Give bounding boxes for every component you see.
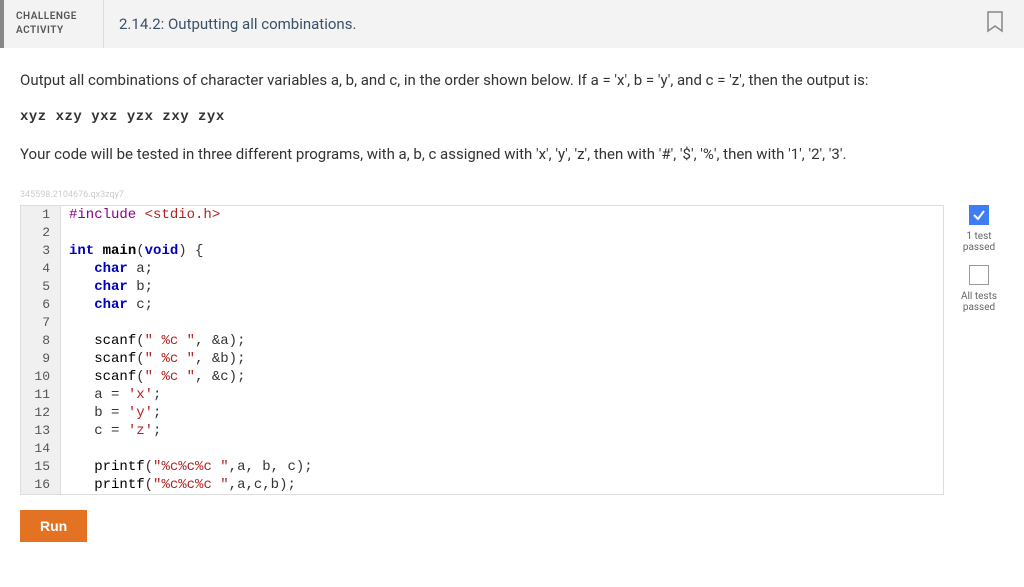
- line-number: 16: [21, 476, 61, 494]
- line-number: 11: [21, 386, 61, 404]
- line-number: 2: [21, 224, 61, 242]
- line-number: 1: [21, 206, 61, 224]
- example-output: xyz xzy yxz yzx zxy zyx: [20, 106, 1004, 128]
- code-line: 13 c = 'z';: [21, 422, 943, 440]
- description-paragraph-2: Your code will be tested in three differ…: [20, 142, 1004, 166]
- line-number: 4: [21, 260, 61, 278]
- line-number: 14: [21, 440, 61, 458]
- test-status-column: 1 testpassed All testspassed: [954, 205, 1004, 313]
- all-tests-passed-box-icon: [969, 265, 989, 285]
- line-number: 7: [21, 314, 61, 332]
- problem-description: Output all combinations of character var…: [0, 48, 1024, 190]
- bookmark-icon: [986, 11, 1004, 37]
- code-editor[interactable]: 1 #include <stdio.h> 2 3 int main(void) …: [20, 205, 944, 495]
- one-test-passed-check-icon: [969, 205, 989, 225]
- code-line: 2: [21, 224, 943, 242]
- code-line: 3 int main(void) {: [21, 242, 943, 260]
- code-line: 10 scanf(" %c ", &c);: [21, 368, 943, 386]
- line-number: 10: [21, 368, 61, 386]
- run-button[interactable]: Run: [20, 510, 87, 542]
- all-tests-passed-label: All testspassed: [961, 291, 997, 313]
- line-number: 12: [21, 404, 61, 422]
- bookmark-button[interactable]: [986, 0, 1024, 48]
- line-number: 5: [21, 278, 61, 296]
- line-number: 13: [21, 422, 61, 440]
- code-line: 14: [21, 440, 943, 458]
- code-line: 11 a = 'x';: [21, 386, 943, 404]
- line-number: 8: [21, 332, 61, 350]
- code-line: 1 #include <stdio.h>: [21, 206, 943, 224]
- code-line: 5 char b;: [21, 278, 943, 296]
- challenge-activity-label: CHALLENGE ACTIVITY: [4, 0, 104, 48]
- code-line: 7: [21, 314, 943, 332]
- one-test-passed-label: 1 testpassed: [963, 231, 995, 253]
- workspace: 1 #include <stdio.h> 2 3 int main(void) …: [0, 205, 1024, 495]
- code-line: 4 char a;: [21, 260, 943, 278]
- code-line: 12 b = 'y';: [21, 404, 943, 422]
- challenge-label-line2: ACTIVITY: [16, 24, 91, 38]
- line-number: 15: [21, 458, 61, 476]
- code-line: 16 printf("%c%c%c ",a,c,b);: [21, 476, 943, 494]
- code-line: 8 scanf(" %c ", &a);: [21, 332, 943, 350]
- challenge-title: 2.14.2: Outputting all combinations.: [104, 0, 986, 48]
- challenge-header: CHALLENGE ACTIVITY 2.14.2: Outputting al…: [0, 0, 1024, 48]
- description-paragraph-1: Output all combinations of character var…: [20, 68, 1004, 92]
- watermark-id: 345598.2104676.qx3zqy7: [0, 190, 1024, 205]
- line-number: 6: [21, 296, 61, 314]
- line-number: 3: [21, 242, 61, 260]
- code-line: 9 scanf(" %c ", &b);: [21, 350, 943, 368]
- challenge-label-line1: CHALLENGE: [16, 10, 91, 24]
- code-line: 15 printf("%c%c%c ",a, b, c);: [21, 458, 943, 476]
- line-number: 9: [21, 350, 61, 368]
- code-line: 6 char c;: [21, 296, 943, 314]
